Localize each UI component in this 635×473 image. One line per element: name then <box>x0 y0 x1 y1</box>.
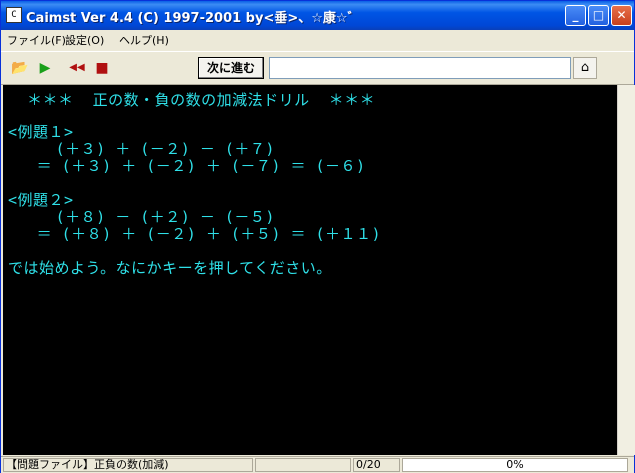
help-book-icon[interactable]: ⌂ <box>573 57 597 79</box>
answer-input[interactable] <box>269 57 571 79</box>
toolbar: 📂 ▶ ◀◀ ■ 次に進む ⌂ <box>1 51 634 85</box>
close-button[interactable]: ✕ <box>611 5 632 26</box>
folder-open-icon[interactable]: 📂 <box>11 59 29 77</box>
rewind-icon[interactable]: ◀◀ <box>67 59 87 77</box>
status-count: 0/20 <box>353 458 400 472</box>
console-line: ＝ (＋８) ＋ (－２) ＋ (＋５) ＝ (＋１１) <box>8 225 382 243</box>
status-spacer <box>255 458 351 472</box>
menu-bar: ファイル(F) 設定(O) ヘルプ(H) <box>1 30 634 48</box>
menu-file[interactable]: ファイル(F) <box>7 32 66 48</box>
next-button[interactable]: 次に進む <box>198 57 264 79</box>
menu-help[interactable]: ヘルプ(H) <box>119 32 169 48</box>
window-title: Caimst Ver 4.4 (C) 1997-2001 by<垂>、☆康☆゛ <box>26 11 361 26</box>
menu-settings[interactable]: 設定(O) <box>65 32 104 48</box>
status-bar: 【問題ファイル】正負の数(加減) 0/20 0% <box>1 456 634 473</box>
vertical-scrollbar[interactable] <box>617 85 635 455</box>
console-line: ＊＊＊ 正の数・負の数の加減法ドリル ＊＊＊ <box>8 91 376 109</box>
console-line: では始めよう。なにかキーを押してください。 <box>8 259 332 277</box>
status-problem-file: 【問題ファイル】正負の数(加減) <box>3 458 253 472</box>
progress-bar: 0% <box>402 458 628 472</box>
app-window: C Caimst Ver 4.4 (C) 1997-2001 by<垂>、☆康☆… <box>0 0 635 473</box>
stop-icon[interactable]: ■ <box>93 59 111 77</box>
console-output: ＊＊＊ 正の数・負の数の加減法ドリル ＊＊＊ <例題１> (＋３) ＋ (－２)… <box>3 85 617 455</box>
title-bar[interactable]: C Caimst Ver 4.4 (C) 1997-2001 by<垂>、☆康☆… <box>1 1 634 30</box>
minimize-button[interactable]: _ <box>565 5 586 26</box>
play-icon[interactable]: ▶ <box>36 59 54 77</box>
app-icon[interactable]: C <box>6 7 22 23</box>
maximize-button[interactable]: □ <box>588 5 609 26</box>
console-line: ＝ (＋３) ＋ (－２) ＋ (－７) ＝ (－６) <box>8 157 366 175</box>
